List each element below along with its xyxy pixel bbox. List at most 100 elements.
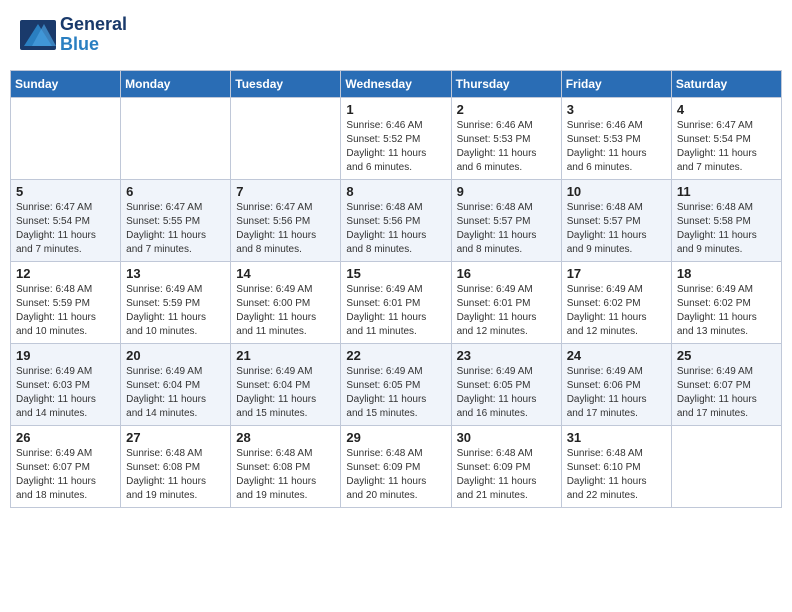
cell-details: Sunrise: 6:48 AMSunset: 5:57 PMDaylight:… (457, 201, 556, 257)
day-number: 12 (16, 266, 115, 281)
cell-details: Sunrise: 6:48 AMSunset: 6:09 PMDaylight:… (457, 447, 556, 503)
calendar-cell (11, 97, 121, 179)
day-number: 14 (236, 266, 335, 281)
day-number: 6 (126, 184, 225, 199)
cell-details: Sunrise: 6:47 AMSunset: 5:56 PMDaylight:… (236, 201, 335, 257)
calendar-cell: 9 Sunrise: 6:48 AMSunset: 5:57 PMDaylight… (451, 179, 561, 261)
cell-details: Sunrise: 6:49 AMSunset: 6:06 PMDaylight:… (567, 365, 666, 421)
calendar-cell: 25 Sunrise: 6:49 AMSunset: 6:07 PMDayligh… (671, 343, 781, 425)
day-number: 19 (16, 348, 115, 363)
cell-details: Sunrise: 6:49 AMSunset: 6:02 PMDaylight:… (567, 283, 666, 339)
calendar-week-5: 26 Sunrise: 6:49 AMSunset: 6:07 PMDayligh… (11, 425, 782, 507)
day-number: 7 (236, 184, 335, 199)
calendar-week-2: 5 Sunrise: 6:47 AMSunset: 5:54 PMDaylight… (11, 179, 782, 261)
calendar-cell (671, 425, 781, 507)
calendar-cell: 1 Sunrise: 6:46 AMSunset: 5:52 PMDaylight… (341, 97, 451, 179)
weekday-header-monday: Monday (121, 70, 231, 97)
day-number: 27 (126, 430, 225, 445)
calendar-cell: 30Sunrise: 6:48 AMSunset: 6:09 PMDayligh… (451, 425, 561, 507)
day-number: 5 (16, 184, 115, 199)
weekday-header-wednesday: Wednesday (341, 70, 451, 97)
calendar-cell: 29 Sunrise: 6:48 AMSunset: 6:09 PMDayligh… (341, 425, 451, 507)
calendar-week-1: 1 Sunrise: 6:46 AMSunset: 5:52 PMDaylight… (11, 97, 782, 179)
calendar-cell: 20Sunrise: 6:49 AMSunset: 6:04 PMDayligh… (121, 343, 231, 425)
cell-details: Sunrise: 6:49 AMSunset: 6:00 PMDaylight:… (236, 283, 335, 339)
calendar-cell: 31Sunrise: 6:48 AMSunset: 6:10 PMDayligh… (561, 425, 671, 507)
cell-details: Sunrise: 6:46 AMSunset: 5:53 PMDaylight:… (567, 119, 666, 175)
cell-details: Sunrise: 6:49 AMSunset: 6:07 PMDaylight:… (16, 447, 115, 503)
cell-details: Sunrise: 6:48 AMSunset: 6:09 PMDaylight:… (346, 447, 445, 503)
day-number: 28 (236, 430, 335, 445)
calendar-cell: 7 Sunrise: 6:47 AMSunset: 5:56 PMDaylight… (231, 179, 341, 261)
calendar-cell: 15Sunrise: 6:49 AMSunset: 6:01 PMDayligh… (341, 261, 451, 343)
calendar-cell: 17 Sunrise: 6:49 AMSunset: 6:02 PMDayligh… (561, 261, 671, 343)
day-number: 4 (677, 102, 776, 117)
weekday-header-saturday: Saturday (671, 70, 781, 97)
cell-details: Sunrise: 6:49 AMSunset: 6:05 PMDaylight:… (457, 365, 556, 421)
calendar-cell: 28 Sunrise: 6:48 AMSunset: 6:08 PMDayligh… (231, 425, 341, 507)
day-number: 16 (457, 266, 556, 281)
logo-icon (20, 20, 56, 50)
day-number: 11 (677, 184, 776, 199)
calendar-cell: 18 Sunrise: 6:49 AMSunset: 6:02 PMDayligh… (671, 261, 781, 343)
cell-details: Sunrise: 6:48 AMSunset: 6:08 PMDaylight:… (236, 447, 335, 503)
cell-details: Sunrise: 6:48 AMSunset: 5:56 PMDaylight:… (346, 201, 445, 257)
cell-details: Sunrise: 6:47 AMSunset: 5:55 PMDaylight:… (126, 201, 225, 257)
day-number: 1 (346, 102, 445, 117)
day-number: 21 (236, 348, 335, 363)
day-number: 20 (126, 348, 225, 363)
calendar-cell: 23 Sunrise: 6:49 AMSunset: 6:05 PMDayligh… (451, 343, 561, 425)
day-number: 9 (457, 184, 556, 199)
calendar-cell: 8 Sunrise: 6:48 AMSunset: 5:56 PMDaylight… (341, 179, 451, 261)
day-number: 25 (677, 348, 776, 363)
day-number: 17 (567, 266, 666, 281)
cell-details: Sunrise: 6:47 AMSunset: 5:54 PMDaylight:… (677, 119, 776, 175)
cell-details: Sunrise: 6:47 AMSunset: 5:54 PMDaylight:… (16, 201, 115, 257)
weekday-header-friday: Friday (561, 70, 671, 97)
day-number: 3 (567, 102, 666, 117)
cell-details: Sunrise: 6:48 AMSunset: 6:10 PMDaylight:… (567, 447, 666, 503)
day-number: 13 (126, 266, 225, 281)
page-header: General Blue (10, 10, 782, 60)
day-number: 10 (567, 184, 666, 199)
day-number: 23 (457, 348, 556, 363)
cell-details: Sunrise: 6:49 AMSunset: 6:02 PMDaylight:… (677, 283, 776, 339)
cell-details: Sunrise: 6:46 AMSunset: 5:52 PMDaylight:… (346, 119, 445, 175)
calendar-cell: 2 Sunrise: 6:46 AMSunset: 5:53 PMDaylight… (451, 97, 561, 179)
day-number: 26 (16, 430, 115, 445)
calendar-cell: 24 Sunrise: 6:49 AMSunset: 6:06 PMDayligh… (561, 343, 671, 425)
calendar-cell: 19 Sunrise: 6:49 AMSunset: 6:03 PMDayligh… (11, 343, 121, 425)
cell-details: Sunrise: 6:48 AMSunset: 6:08 PMDaylight:… (126, 447, 225, 503)
cell-details: Sunrise: 6:49 AMSunset: 6:03 PMDaylight:… (16, 365, 115, 421)
day-number: 2 (457, 102, 556, 117)
calendar-cell: 13 Sunrise: 6:49 AMSunset: 5:59 PMDayligh… (121, 261, 231, 343)
day-number: 24 (567, 348, 666, 363)
calendar-cell: 12 Sunrise: 6:48 AMSunset: 5:59 PMDayligh… (11, 261, 121, 343)
day-number: 18 (677, 266, 776, 281)
cell-details: Sunrise: 6:49 AMSunset: 6:01 PMDaylight:… (457, 283, 556, 339)
calendar-cell: 16 Sunrise: 6:49 AMSunset: 6:01 PMDayligh… (451, 261, 561, 343)
calendar-cell (231, 97, 341, 179)
day-number: 8 (346, 184, 445, 199)
calendar-cell: 6 Sunrise: 6:47 AMSunset: 5:55 PMDaylight… (121, 179, 231, 261)
weekday-header-tuesday: Tuesday (231, 70, 341, 97)
weekday-header-sunday: Sunday (11, 70, 121, 97)
logo: General Blue (20, 15, 127, 55)
cell-details: Sunrise: 6:49 AMSunset: 6:01 PMDaylight:… (346, 283, 445, 339)
calendar-cell (121, 97, 231, 179)
cell-details: Sunrise: 6:49 AMSunset: 6:07 PMDaylight:… (677, 365, 776, 421)
day-number: 29 (346, 430, 445, 445)
calendar-cell: 3 Sunrise: 6:46 AMSunset: 5:53 PMDaylight… (561, 97, 671, 179)
cell-details: Sunrise: 6:48 AMSunset: 5:59 PMDaylight:… (16, 283, 115, 339)
cell-details: Sunrise: 6:49 AMSunset: 5:59 PMDaylight:… (126, 283, 225, 339)
calendar-cell: 4 Sunrise: 6:47 AMSunset: 5:54 PMDaylight… (671, 97, 781, 179)
calendar-week-4: 19 Sunrise: 6:49 AMSunset: 6:03 PMDayligh… (11, 343, 782, 425)
cell-details: Sunrise: 6:48 AMSunset: 5:57 PMDaylight:… (567, 201, 666, 257)
calendar-cell: 27 Sunrise: 6:48 AMSunset: 6:08 PMDayligh… (121, 425, 231, 507)
weekday-header-thursday: Thursday (451, 70, 561, 97)
calendar-cell: 11Sunrise: 6:48 AMSunset: 5:58 PMDayligh… (671, 179, 781, 261)
logo-text: General Blue (60, 15, 127, 55)
cell-details: Sunrise: 6:46 AMSunset: 5:53 PMDaylight:… (457, 119, 556, 175)
day-number: 22 (346, 348, 445, 363)
calendar-week-3: 12 Sunrise: 6:48 AMSunset: 5:59 PMDayligh… (11, 261, 782, 343)
